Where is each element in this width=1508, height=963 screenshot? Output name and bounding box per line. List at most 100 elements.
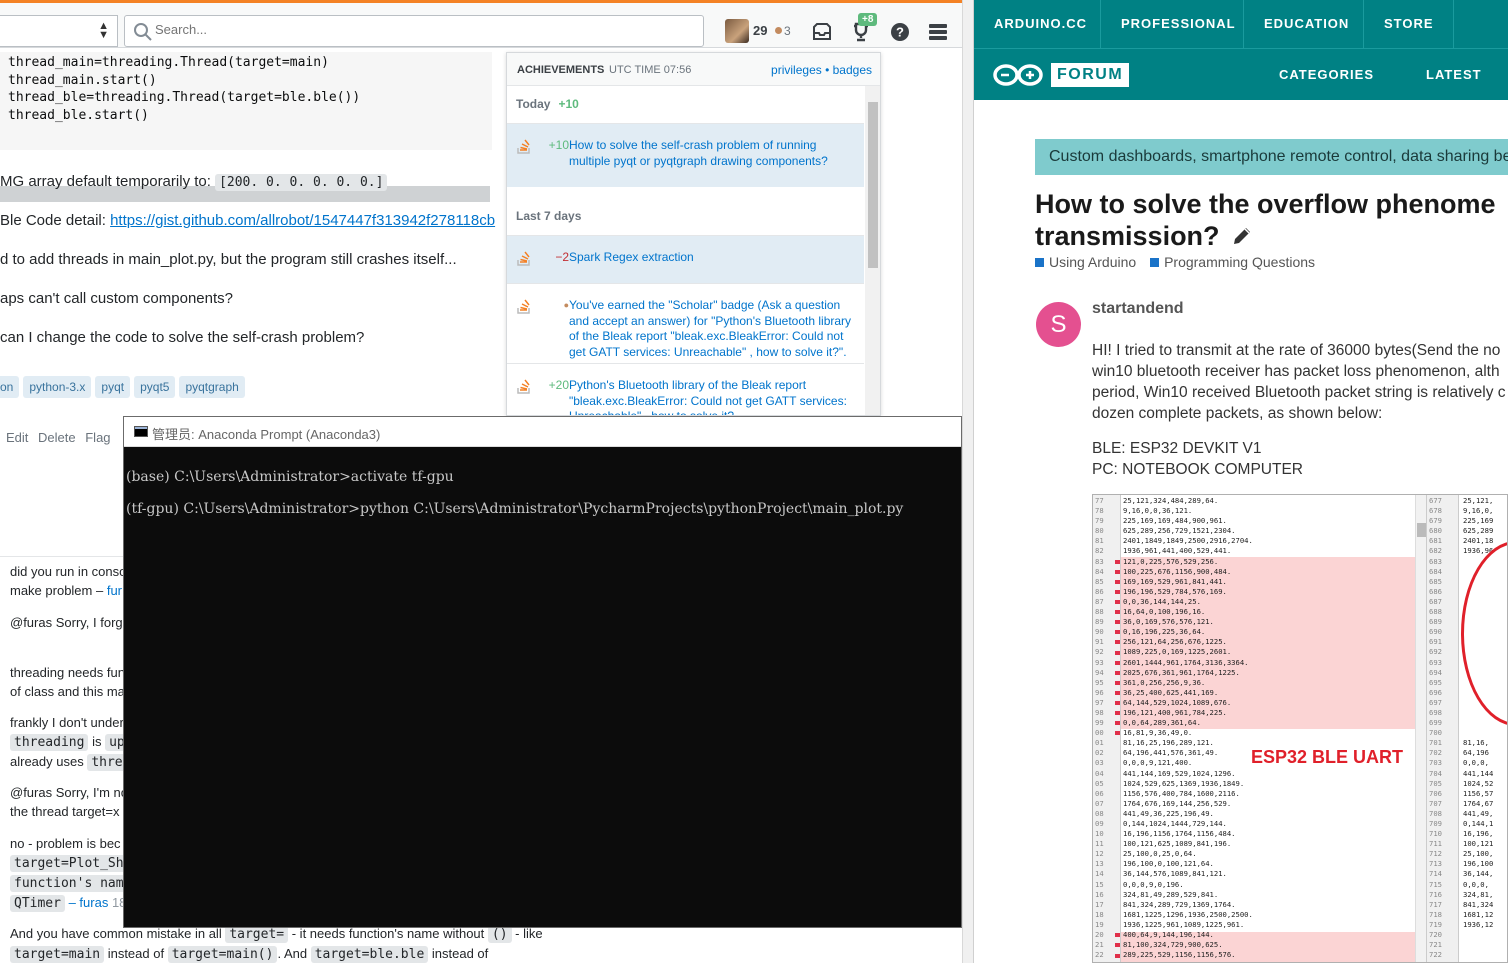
question-line-array: MG array default temporarily to: [200. 0… <box>0 173 388 191</box>
array-code: [200. 0. 0. 0. 0. 0.] <box>215 174 388 191</box>
diff-marker <box>1115 701 1120 705</box>
updown-arrows-icon: ▲ ▼ <box>98 20 109 41</box>
pencil-icon[interactable] <box>1231 225 1253 247</box>
console-output[interactable]: (base) C:\Users\Administrator>activate t… <box>126 461 903 525</box>
arduino-forum-window: ARDUINO.CC PROFESSIONAL EDUCATION STORE … <box>974 0 1508 963</box>
nav-professional[interactable]: PROFESSIONAL <box>1101 0 1244 48</box>
stackoverflow-icon <box>517 299 530 314</box>
achievement-item[interactable]: +10 How to solve the self-crash problem … <box>507 123 864 187</box>
diff-marker <box>1115 559 1120 564</box>
nav-store[interactable]: STORE <box>1364 0 1454 48</box>
nav-latest[interactable]: LATEST <box>1426 67 1482 82</box>
comment: @furas Sorry, I forg <box>10 615 123 630</box>
so-topbar: ▲▼ 29 3 +8 ? <box>0 0 962 48</box>
nav-categories[interactable]: CATEGORIES <box>1279 67 1374 82</box>
diff-marker <box>1115 620 1120 625</box>
diff-marker <box>1115 660 1120 665</box>
badges-link[interactable]: badges <box>833 63 872 77</box>
compare-left-pane: 77 78 79 80 81 82 83 84 85 86 87 88 89 9… <box>1093 495 1415 962</box>
help-icon[interactable]: ? <box>889 21 911 43</box>
achievements-scrollbar[interactable] <box>865 86 880 415</box>
tag-pyqtgraph[interactable]: pyqtgraph <box>179 376 245 398</box>
diff-marker <box>1115 731 1120 736</box>
user-avatar[interactable] <box>725 19 749 43</box>
scrollbar-thumb[interactable] <box>868 102 878 268</box>
question-line-ble: Ble Code detail: https://gist.github.com… <box>0 212 496 229</box>
tag-python[interactable]: on <box>0 376 20 398</box>
flag-link[interactable]: Flag <box>85 430 110 445</box>
gist-link[interactable]: https://gist.github.com/allrobot/1547447… <box>110 212 495 229</box>
arduino-top-nav: ARDUINO.CC PROFESSIONAL EDUCATION STORE <box>974 0 1508 48</box>
edit-link[interactable]: Edit <box>6 430 28 445</box>
window-divider[interactable] <box>962 0 974 963</box>
stackoverflow-icon <box>517 379 530 394</box>
author-avatar[interactable]: S <box>1036 302 1081 347</box>
comment: did you run in conso make problem – fur <box>10 564 127 598</box>
inbox-icon[interactable] <box>811 21 833 43</box>
site-selector[interactable]: ▲ ▼ <box>0 15 118 47</box>
comment-user-link[interactable]: – furas <box>65 895 109 910</box>
achievements-dropdown: ACHIEVEMENTS UTC TIME 07:56 privileges •… <box>506 52 881 416</box>
stackoverflow-icon <box>517 139 530 154</box>
comment: no - problem is bec target=Plot_Sh funct… <box>10 836 128 912</box>
achievements-title: ACHIEVEMENTS <box>517 64 605 76</box>
post-menu: Edit Delete Flag <box>6 430 117 445</box>
stackoverflow-icon <box>517 251 530 266</box>
question-line-threads: d to add threads in main_plot.py, but th… <box>0 251 457 268</box>
author-name[interactable]: startandend <box>1092 300 1184 318</box>
category-banner[interactable]: Custom dashboards, smartphone remote con… <box>1035 139 1508 175</box>
line-numbers: 677 678 679 680 681 682 683 684 685 686 … <box>1429 496 1442 960</box>
site-switcher-icon[interactable] <box>927 21 949 43</box>
diff-marker <box>1115 579 1120 584</box>
comment: And you have common mistake in all targe… <box>10 926 543 963</box>
tag-python-3x[interactable]: python-3.x <box>23 376 92 398</box>
comments-divider <box>0 556 130 557</box>
category-using-arduino[interactable]: Using Arduino <box>1035 254 1136 270</box>
question-line-components: aps can't call custom components? <box>0 290 233 307</box>
search-icon <box>134 23 152 41</box>
line-numbers: 77 78 79 80 81 82 83 84 85 86 87 88 89 9… <box>1095 496 1104 960</box>
console-title: 管理员: Anaconda Prompt (Anaconda3) <box>152 427 381 442</box>
diff-marker <box>1115 650 1120 655</box>
tag-list: on python-3.x pyqt pyqt5 pyqtgraph <box>0 376 249 398</box>
image-annotation-label: ESP32 BLE UART <box>1251 747 1404 767</box>
forum-nav: FORUM CATEGORIES LATEST <box>974 48 1508 100</box>
achievement-item[interactable]: +20 Python's Bluetooth library of the Bl… <box>507 363 864 415</box>
post-image-text-compare[interactable]: 77 78 79 80 81 82 83 84 85 86 87 88 89 9… <box>1092 494 1508 963</box>
comment-user-link[interactable]: fur <box>107 583 122 598</box>
arduino-infinity-logo-icon[interactable] <box>992 62 1044 88</box>
topic-title: How to solve the overflow phenome transm… <box>1035 189 1496 251</box>
achievement-item[interactable]: ● You've earned the "Scholar" badge (Ask… <box>507 283 864 363</box>
topic-categories: Using Arduino Programming Questions <box>1035 254 1315 270</box>
achievements-links: privileges • badges <box>771 63 872 77</box>
code-text: thread_main=threading.Thread(target=main… <box>8 55 361 123</box>
reputation-count: 29 <box>753 23 768 38</box>
delete-link[interactable]: Delete <box>38 430 76 445</box>
question-line-change: can I change the code to solve the self-… <box>0 329 365 346</box>
compare-scrollbar[interactable] <box>1415 495 1427 962</box>
category-programming-questions[interactable]: Programming Questions <box>1150 254 1315 270</box>
nav-arduino-cc[interactable]: ARDUINO.CC <box>974 0 1101 48</box>
diff-marker <box>1115 680 1120 685</box>
diff-marker <box>1115 943 1120 948</box>
bronze-badge-icon <box>775 27 782 34</box>
achievement-item[interactable]: −2 Spark Regex extraction <box>507 235 864 283</box>
diff-marker <box>1115 640 1120 645</box>
diff-marker <box>1115 933 1120 938</box>
nav-education[interactable]: EDUCATION <box>1244 0 1364 48</box>
tag-pyqt5[interactable]: pyqt5 <box>134 376 176 398</box>
bronze-badge-count: 3 <box>784 24 791 38</box>
tag-pyqt[interactable]: pyqt <box>95 376 131 398</box>
diff-marker <box>1115 569 1120 574</box>
forum-label[interactable]: FORUM <box>1051 63 1130 87</box>
anaconda-prompt-window[interactable]: 管理员: Anaconda Prompt (Anaconda3) (base) … <box>123 416 962 928</box>
bronze-badge-icon: ● <box>563 300 569 310</box>
code-block: thread_main=threading.Thread(target=main… <box>0 52 492 202</box>
search-box[interactable] <box>124 15 704 47</box>
post-body: HI! I tried to transmit at the rate of 3… <box>1092 342 1506 422</box>
compare-text: 25,121,324,484,289,64. 9,16,0,0,36,121. … <box>1123 496 1253 960</box>
diff-marker <box>1115 670 1120 675</box>
privileges-link[interactable]: privileges <box>771 63 822 77</box>
search-input[interactable] <box>155 22 455 37</box>
console-titlebar[interactable]: 管理员: Anaconda Prompt (Anaconda3) <box>124 417 961 447</box>
